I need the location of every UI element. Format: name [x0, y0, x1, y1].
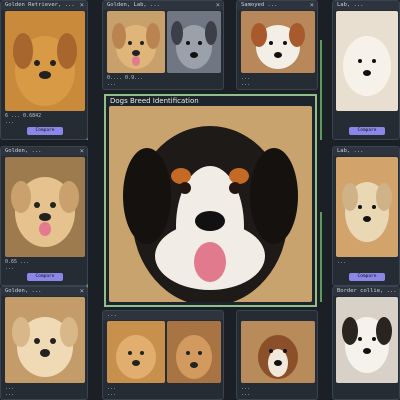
- dog-photo: [5, 11, 85, 111]
- card-right-top[interactable]: Lab, ... Compare: [332, 0, 400, 140]
- card-meta: ...: [5, 265, 15, 271]
- dog-photo: [241, 321, 315, 383]
- card-top-right-small[interactable]: Samoyed ... × ... ...: [236, 0, 318, 90]
- dog-photo: [336, 297, 398, 383]
- dog-photo: [167, 321, 221, 383]
- compare-button[interactable]: Compare: [349, 127, 385, 135]
- card-header: Golden Retriever, ...: [1, 1, 87, 10]
- card-header: Border collie, ...: [333, 287, 399, 296]
- card-meta: ...: [337, 259, 347, 265]
- main-dog-photo: [109, 106, 312, 302]
- card-meta: ...: [241, 81, 251, 87]
- compare-button[interactable]: Compare: [27, 273, 63, 281]
- card-header: Golden, Lab, ...: [103, 1, 223, 10]
- dog-photo: [336, 157, 398, 257]
- card-header: Golden, ...: [1, 147, 87, 156]
- card-bottom-middle[interactable]: ... ... ...: [102, 310, 224, 400]
- compare-button[interactable]: Compare: [349, 273, 385, 281]
- card-middle-right[interactable]: Lab, ... ... Compare: [332, 146, 400, 286]
- connector: [320, 212, 322, 302]
- dog-photo: [336, 11, 398, 111]
- card-middle-left[interactable]: Golden, ... × 0.65 ... ... Compare: [0, 146, 88, 286]
- close-icon[interactable]: ×: [80, 1, 84, 9]
- dog-photo: [241, 11, 315, 73]
- connector: [320, 40, 322, 140]
- card-meta: ...: [241, 391, 251, 397]
- dog-photo: [107, 11, 165, 73]
- compare-button[interactable]: Compare: [27, 127, 63, 135]
- dog-photo: [107, 321, 165, 383]
- card-meta: ...: [5, 119, 15, 125]
- main-preview-panel: Dogs Breed Identification: [104, 94, 317, 307]
- dog-photo: [5, 157, 85, 257]
- card-header: Samoyed ...: [237, 1, 317, 10]
- card-bottom-right-small[interactable]: ... ...: [236, 310, 318, 400]
- close-icon[interactable]: ×: [80, 147, 84, 155]
- close-icon[interactable]: ×: [216, 1, 220, 9]
- card-header: Lab, ...: [333, 147, 399, 156]
- card-meta: ...: [5, 391, 15, 397]
- card-header: ...: [103, 311, 223, 320]
- dog-photo: [5, 297, 85, 383]
- card-meta: ...: [107, 81, 117, 87]
- close-icon[interactable]: ×: [80, 287, 84, 295]
- card-top-left[interactable]: Golden Retriever, ... × 6 ... 0.6842 ...…: [0, 0, 88, 140]
- card-bottom-right[interactable]: Border collie, ...: [332, 286, 400, 400]
- card-top-middle[interactable]: Golden, Lab, ... × 0.... 0.9... ...: [102, 0, 224, 90]
- app-title: Dogs Breed Identification: [110, 97, 199, 105]
- card-header: Lab, ...: [333, 1, 399, 10]
- card-header: Golden, ...: [1, 287, 87, 296]
- close-icon[interactable]: ×: [310, 1, 314, 9]
- dog-photo: [167, 11, 221, 73]
- card-bottom-left[interactable]: Golden, ... × ... ...: [0, 286, 88, 400]
- card-meta: ...: [107, 391, 117, 397]
